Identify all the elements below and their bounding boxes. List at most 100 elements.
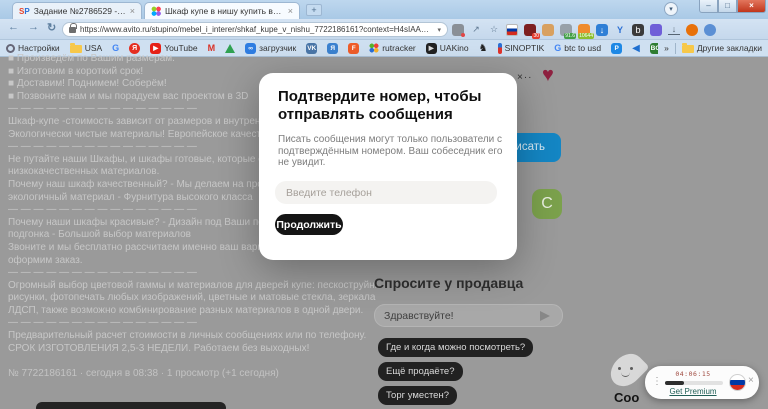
url-dropdown-icon[interactable]: ▾ bbox=[437, 26, 441, 34]
tab-close-icon[interactable]: × bbox=[130, 6, 135, 16]
password-key-icon[interactable] bbox=[452, 23, 465, 37]
bookmark-zagruzchik[interactable]: ∞ загрузчик bbox=[245, 42, 297, 54]
ext-tan-avatar-icon[interactable] bbox=[542, 23, 554, 36]
favorite-heart-icon[interactable]: ♥ bbox=[542, 65, 554, 85]
tab-title: Шкаф купе в нишу купить в Ступ bbox=[165, 6, 284, 16]
window-controls: – □ × bbox=[699, 0, 766, 13]
gear-icon bbox=[6, 43, 15, 53]
quick-question-pill[interactable]: Ещё продаёте? bbox=[378, 362, 463, 381]
tab-task[interactable]: SP Задание №2786529 - просмотр з × bbox=[12, 2, 142, 19]
profile-chevron-icon[interactable]: ▾ bbox=[664, 2, 678, 16]
other-bookmarks-button[interactable]: Другие закладки bbox=[681, 43, 762, 53]
timer-value: 04:06:15 bbox=[675, 370, 711, 378]
bookmark-blue-app[interactable]: Я bbox=[327, 42, 339, 54]
sp-favicon-icon: SP bbox=[19, 6, 30, 16]
timer-close-icon[interactable]: × bbox=[748, 375, 754, 386]
bookmark-label: USA bbox=[84, 43, 103, 53]
rounded-icon: BC bbox=[649, 42, 659, 54]
bookmark-sinoptik[interactable]: SINOPTIK bbox=[497, 42, 545, 54]
minimize-button[interactable]: – bbox=[699, 0, 718, 13]
bookmark-label: Настройки bbox=[18, 43, 60, 53]
bookmark-yandex[interactable]: Я bbox=[129, 42, 141, 54]
bookmarks-overflow-icon[interactable]: » bbox=[664, 43, 669, 53]
ext-lock-rating-icon[interactable]: 91.6 bbox=[560, 23, 576, 39]
circle-icon: Я bbox=[129, 42, 141, 54]
drag-handle-icon[interactable]: ⋮ bbox=[652, 376, 662, 387]
browser-globe-icon[interactable] bbox=[704, 23, 716, 36]
maximize-button[interactable]: □ bbox=[718, 0, 737, 13]
bookmark-vk[interactable]: VK bbox=[306, 42, 318, 54]
seller-avatar[interactable]: С bbox=[532, 189, 562, 219]
quick-questions: Где и когда можно посмотреть? Ещё продаёт… bbox=[378, 338, 542, 409]
thermo-icon bbox=[497, 42, 502, 54]
continue-button[interactable]: Продолжить bbox=[275, 214, 343, 235]
bookmark-items: Настройки USA G Я ▶ YouTube M ∞ загрузчик VK Я Frut… bbox=[6, 42, 659, 54]
letter-icon: G bbox=[554, 42, 562, 53]
tab-strip: SP Задание №2786529 - просмотр з × Шкаф … bbox=[0, 0, 768, 19]
bookmark-bc[interactable]: BC bbox=[649, 42, 659, 54]
bookmark-settings[interactable]: Настройки bbox=[6, 43, 60, 53]
rounded-icon: ▶ bbox=[150, 42, 162, 54]
ext-savefrom-icon[interactable]: ↓ bbox=[596, 23, 608, 36]
description-line: Предварительный расчет стоимости в личны… bbox=[8, 330, 367, 342]
bookmark-label: YouTube bbox=[164, 43, 198, 53]
partial-button[interactable] bbox=[36, 402, 226, 409]
bookmark-google[interactable]: G bbox=[112, 43, 119, 54]
modal-title: Подтвердите номер, чтобы отправлять сооб… bbox=[278, 88, 482, 123]
lock-icon bbox=[69, 22, 77, 33]
timer-progress-fill bbox=[665, 381, 685, 385]
back-button[interactable]: ← bbox=[8, 21, 19, 33]
close-window-button[interactable]: × bbox=[737, 0, 766, 13]
url-text: https://www.avito.ru/stupino/mebel_i_int… bbox=[80, 25, 433, 34]
bookmark-rutracker[interactable]: rutracker bbox=[369, 43, 416, 53]
ru-flag-icon[interactable] bbox=[506, 23, 518, 36]
extensions-puzzle-icon[interactable] bbox=[650, 23, 662, 36]
share-icon[interactable]: ↗ bbox=[470, 24, 482, 36]
letter-icon: M bbox=[207, 42, 216, 53]
quick-question-pill[interactable]: Где и когда можно посмотреть? bbox=[378, 338, 534, 357]
get-premium-link[interactable]: Get Premium bbox=[659, 387, 727, 396]
profile-avatar-icon[interactable] bbox=[686, 23, 698, 36]
bookmark-label: SINOPTIK bbox=[504, 43, 545, 53]
russian-flag-icon bbox=[729, 374, 746, 391]
rounded-icon: Я bbox=[327, 42, 339, 54]
red-dot-badge bbox=[461, 32, 465, 37]
bookmark-drive[interactable] bbox=[225, 43, 236, 53]
bookmark-uakino[interactable]: ▶ UAKino bbox=[425, 42, 469, 54]
phone-input[interactable] bbox=[275, 181, 497, 204]
clover-icon bbox=[369, 43, 380, 53]
download-arrow-icon[interactable]: ↓ bbox=[668, 24, 680, 35]
bookmark-blue-arrow[interactable]: ◀ bbox=[632, 43, 640, 54]
ext-orange-counter-icon[interactable]: 10644 bbox=[578, 23, 594, 39]
chat-message-input[interactable] bbox=[374, 304, 563, 327]
new-tab-button[interactable]: + bbox=[306, 4, 322, 16]
address-bar: ← → ↻ https://www.avito.ru/stupino/mebel… bbox=[0, 19, 768, 40]
badge: 91.6 bbox=[564, 32, 576, 39]
bookmark-btc-to-usd[interactable]: Gbtc to usd bbox=[554, 43, 601, 54]
description-line: СРОК ИЗГОТОВЛЕНИЯ 2,5-3 НЕДЕЛИ. Работаем… bbox=[8, 342, 310, 354]
tab-close-icon[interactable]: × bbox=[288, 6, 293, 16]
forward-button[interactable]: → bbox=[28, 21, 39, 33]
bookmark-f-orange[interactable]: F bbox=[348, 42, 360, 54]
bookmarks-divider bbox=[674, 42, 676, 54]
confirm-phone-modal: Подтвердите номер, чтобы отправлять сооб… bbox=[259, 73, 517, 260]
bookmark-gmail[interactable]: M bbox=[208, 43, 216, 54]
ext-b-dark-icon[interactable]: b bbox=[632, 23, 644, 36]
url-field[interactable]: https://www.avito.ru/stupino/mebel_i_int… bbox=[62, 22, 448, 37]
send-message-icon[interactable] bbox=[540, 311, 550, 321]
quick-question-pill[interactable]: Торг уместен? bbox=[378, 386, 457, 405]
tab-avito-listing[interactable]: Шкаф купе в нишу купить в Ступ × bbox=[144, 2, 300, 19]
tab-title: Задание №2786529 - просмотр з bbox=[33, 6, 126, 16]
bookmark-p-blue[interactable]: P bbox=[611, 42, 623, 54]
bookmark-star-icon[interactable]: ☆ bbox=[488, 24, 500, 36]
bookmark-chess[interactable]: ♞ bbox=[479, 43, 488, 54]
ext-yandex-y-icon[interactable]: Y bbox=[614, 24, 626, 36]
reload-button[interactable]: ↻ bbox=[47, 21, 56, 34]
bookmark-label: загрузчик bbox=[259, 43, 297, 53]
ask-seller-title: Спросите у продавца bbox=[374, 275, 524, 291]
bookmark-usa-folder[interactable]: USA bbox=[69, 43, 103, 53]
ext-red-counter-icon[interactable]: 30 bbox=[524, 23, 540, 39]
badge: 30 bbox=[532, 32, 540, 39]
extension-icons: ↗ ☆ 30 91.6 10644 ↓ Yb ↓ bbox=[452, 22, 716, 39]
bookmark-youtube[interactable]: ▶ YouTube bbox=[150, 42, 198, 54]
